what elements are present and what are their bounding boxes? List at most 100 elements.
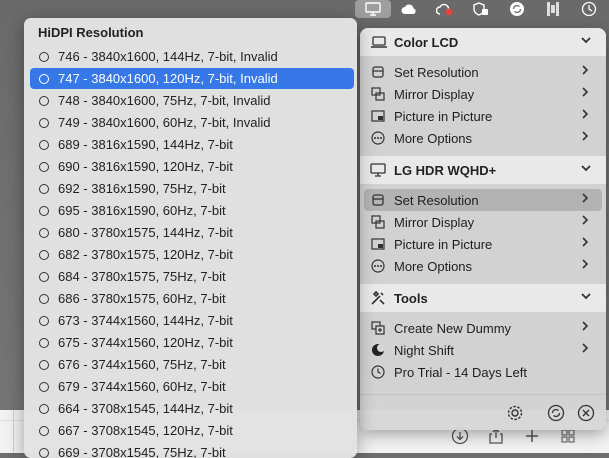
chevron-right-icon [580, 258, 590, 273]
weather-cloud-icon[interactable] [391, 0, 427, 18]
resolution-option-label: 690 - 3816x1590, 120Hz, 7-bit [58, 159, 233, 174]
resolution-option[interactable]: 695 - 3816x1590, 60Hz, 7-bit [30, 200, 354, 221]
menu-item-mirror-display[interactable]: Mirror Display [364, 211, 602, 233]
mirror-icon [370, 86, 386, 102]
menu-item-label: More Options [394, 258, 473, 274]
resolution-option[interactable]: 689 - 3816x1590, 144Hz, 7-bit [30, 134, 354, 155]
menu-item-set-resolution[interactable]: Set Resolution [364, 189, 602, 211]
menu-item-label: Night Shift [394, 342, 454, 358]
settings-gear-icon[interactable] [506, 404, 524, 422]
chevron-right-icon [580, 86, 590, 101]
radio-button-icon[interactable] [39, 183, 49, 194]
menu-item-label: Picture in Picture [394, 236, 493, 252]
popup-title: HiDPI Resolution [38, 25, 144, 40]
menu-item-picture-in-picture[interactable]: Picture in Picture [364, 105, 602, 127]
radio-button-icon[interactable] [39, 117, 49, 128]
menu-item-label: Set Resolution [394, 192, 479, 208]
resolution-icon [370, 192, 386, 208]
resolution-option-label: 667 - 3708x1545, 120Hz, 7-bit [58, 423, 233, 438]
menu-item-create-new-dummy[interactable]: Create New Dummy [364, 317, 602, 339]
divider [360, 394, 606, 395]
resolution-option-label: 669 - 3708x1545, 75Hz, 7-bit [58, 445, 226, 458]
ellipsis-circle-icon [370, 130, 386, 146]
chevron-right-icon [580, 214, 590, 229]
display-name: Color LCD [394, 34, 459, 50]
resolution-option[interactable]: 682 - 3780x1575, 120Hz, 7-bit [30, 244, 354, 265]
menu-item-set-resolution[interactable]: Set Resolution [364, 61, 602, 83]
radio-button-icon[interactable] [39, 359, 49, 370]
radio-button-icon[interactable] [39, 337, 49, 348]
resolution-option-label: 675 - 3744x1560, 120Hz, 7-bit [58, 335, 233, 350]
monitor-icon [370, 163, 388, 177]
menu-item-label: Picture in Picture [394, 108, 493, 124]
resolution-option[interactable]: 675 - 3744x1560, 120Hz, 7-bit [30, 332, 354, 353]
close-icon[interactable] [577, 404, 595, 422]
radio-button-icon[interactable] [39, 293, 49, 304]
chevron-right-icon [580, 108, 590, 123]
radio-button-icon[interactable] [39, 403, 49, 414]
resolution-option-label: 692 - 3816x1590, 75Hz, 7-bit [58, 181, 226, 196]
sync-icon[interactable] [499, 0, 535, 18]
menu-item-night-shift[interactable]: Night Shift [364, 339, 602, 361]
resolution-option[interactable]: 667 - 3708x1545, 120Hz, 7-bit [30, 420, 354, 441]
display-menu-icon[interactable] [355, 0, 391, 18]
pip-icon [370, 108, 386, 124]
radio-button-icon[interactable] [39, 161, 49, 172]
chevron-down-icon[interactable] [580, 290, 592, 305]
resolution-option[interactable]: 676 - 3744x1560, 75Hz, 7-bit [30, 354, 354, 375]
resolution-option[interactable]: 748 - 3840x1600, 75Hz, 7-bit, Invalid [30, 90, 354, 111]
resolution-option-label: 676 - 3744x1560, 75Hz, 7-bit [58, 357, 226, 372]
resolution-option[interactable]: 673 - 3744x1560, 144Hz, 7-bit [30, 310, 354, 331]
menu-item-label: Create New Dummy [394, 320, 512, 336]
radio-button-icon[interactable] [39, 249, 49, 260]
grid-menu-icon[interactable] [535, 0, 571, 18]
menu-bar-extras [355, 0, 609, 18]
tools-icon [370, 290, 388, 306]
menu-item-more-options[interactable]: More Options [364, 127, 602, 149]
radio-button-icon[interactable] [39, 315, 49, 326]
ellipsis-circle-icon [370, 258, 386, 274]
radio-button-icon[interactable] [39, 227, 49, 238]
menu-item-pro-trial[interactable]: Pro Trial - 14 Days Left [364, 361, 602, 383]
menu-item-picture-in-picture[interactable]: Picture in Picture [364, 233, 602, 255]
resolution-option[interactable]: 684 - 3780x1575, 75Hz, 7-bit [30, 266, 354, 287]
chevron-down-icon[interactable] [580, 162, 592, 177]
display-header-color-lcd[interactable]: Color LCD [360, 28, 606, 56]
chevron-right-icon [580, 64, 590, 79]
radio-button-icon[interactable] [39, 95, 49, 106]
resolution-option-label: 747 - 3840x1600, 120Hz, 7-bit, Invalid [58, 71, 278, 86]
resolution-option[interactable]: 664 - 3708x1545, 144Hz, 7-bit [30, 398, 354, 419]
display-name: LG HDR WQHD+ [394, 162, 497, 178]
resolution-option[interactable]: 686 - 3780x1575, 60Hz, 7-bit [30, 288, 354, 309]
radio-button-icon[interactable] [39, 205, 49, 216]
resolution-option-label: 679 - 3744x1560, 60Hz, 7-bit [58, 379, 226, 394]
radio-button-icon[interactable] [39, 73, 49, 84]
chevron-down-icon[interactable] [580, 34, 592, 49]
radio-button-icon[interactable] [39, 271, 49, 282]
resolution-option[interactable]: 669 - 3708x1545, 75Hz, 7-bit [30, 442, 354, 458]
radio-button-icon[interactable] [39, 425, 49, 436]
tools-header[interactable]: Tools [360, 284, 606, 312]
resolution-option[interactable]: 680 - 3780x1575, 144Hz, 7-bit [30, 222, 354, 243]
refresh-icon[interactable] [547, 404, 565, 422]
resolution-option[interactable]: 692 - 3816x1590, 75Hz, 7-bit [30, 178, 354, 199]
resolution-option-label: 682 - 3780x1575, 120Hz, 7-bit [58, 247, 233, 262]
radio-button-icon[interactable] [39, 381, 49, 392]
shield-lock-icon[interactable] [463, 0, 499, 18]
betterdisplay-menu: Color LCD Set Resolution Mirror Display … [360, 28, 606, 430]
betterdisplay-icon[interactable] [427, 0, 463, 18]
resolution-option[interactable]: 679 - 3744x1560, 60Hz, 7-bit [30, 376, 354, 397]
resolution-option[interactable]: 747 - 3840x1600, 120Hz, 7-bit, Invalid [30, 68, 354, 89]
display-header-lg-hdr[interactable]: LG HDR WQHD+ [360, 156, 606, 184]
divider [13, 410, 14, 453]
menu-item-label: Pro Trial - 14 Days Left [394, 364, 527, 380]
clock-icon[interactable] [571, 0, 607, 18]
resolution-icon [370, 64, 386, 80]
radio-button-icon[interactable] [39, 139, 49, 150]
resolution-option[interactable]: 749 - 3840x1600, 60Hz, 7-bit, Invalid [30, 112, 354, 133]
resolution-option[interactable]: 746 - 3840x1600, 144Hz, 7-bit, Invalid [30, 46, 354, 67]
radio-button-icon[interactable] [39, 51, 49, 62]
resolution-option[interactable]: 690 - 3816x1590, 120Hz, 7-bit [30, 156, 354, 177]
menu-item-more-options[interactable]: More Options [364, 255, 602, 277]
menu-item-mirror-display[interactable]: Mirror Display [364, 83, 602, 105]
